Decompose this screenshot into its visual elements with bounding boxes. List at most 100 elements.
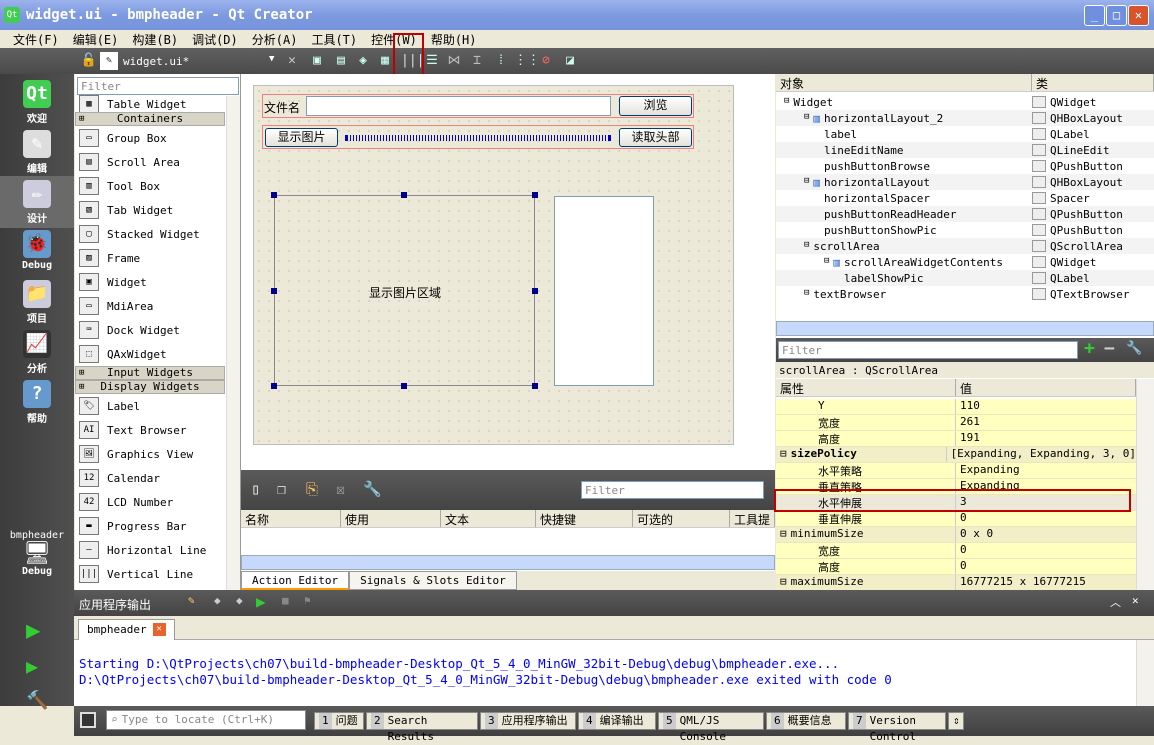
delete-action-icon[interactable]: ☒: [336, 480, 345, 498]
collapse-icon[interactable]: ⊟: [804, 240, 809, 253]
run-icon[interactable]: ▶: [26, 616, 40, 644]
widget-item[interactable]: ▥ Tool Box: [75, 174, 225, 198]
mode-2[interactable]: ✏ 设计: [0, 176, 74, 228]
mode-6[interactable]: ? 帮助: [0, 376, 74, 428]
object-row[interactable]: ⊟ scrollArea QScrollArea: [776, 238, 1154, 254]
menu-item[interactable]: 构建(B): [125, 30, 185, 48]
read-header-button[interactable]: 读取头部: [619, 128, 692, 147]
open-document-selector[interactable]: widget.ui*: [123, 55, 189, 68]
column-value[interactable]: 值: [956, 379, 1136, 396]
property-row[interactable]: 垂直伸展 0: [776, 511, 1136, 527]
menu-item[interactable]: 帮助(H): [424, 30, 484, 48]
break-layout-icon[interactable]: ⊘: [537, 52, 555, 70]
object-row[interactable]: label QLabel: [776, 126, 1154, 142]
widget-item[interactable]: ▦ Table Widget: [75, 95, 225, 113]
minimize-button[interactable]: _: [1084, 5, 1105, 26]
object-row[interactable]: ⊟ Widget QWidget: [776, 94, 1154, 110]
object-row[interactable]: pushButtonShowPic QPushButton: [776, 222, 1154, 238]
resize-handle[interactable]: [401, 192, 407, 198]
property-value[interactable]: 0: [956, 543, 967, 558]
property-value[interactable]: 110: [956, 399, 980, 414]
resize-handle[interactable]: [271, 288, 277, 294]
clear-output-icon[interactable]: ✎: [188, 594, 195, 607]
category-header[interactable]: ⊞ Containers: [75, 112, 225, 126]
object-row[interactable]: horizontalSpacer Spacer: [776, 190, 1154, 206]
column-header[interactable]: 使用: [341, 510, 441, 527]
column-header[interactable]: 快捷键: [536, 510, 633, 527]
column-class[interactable]: 类: [1032, 74, 1154, 91]
output-pane-button[interactable]: 3 应用程序输出: [480, 712, 576, 730]
column-header[interactable]: 文本: [441, 510, 536, 527]
resize-handle[interactable]: [401, 383, 407, 389]
object-row[interactable]: labelShowPic QLabel: [776, 270, 1154, 286]
property-v-scrollbar[interactable]: [1136, 379, 1154, 590]
mode-0[interactable]: Qt 欢迎: [0, 76, 74, 128]
output-v-scrollbar[interactable]: [1136, 640, 1154, 706]
widget-item[interactable]: ▧ Tab Widget: [75, 198, 225, 222]
close-button[interactable]: ✕: [1128, 5, 1149, 26]
property-row[interactable]: 水平策略 Expanding: [776, 463, 1136, 479]
widget-item[interactable]: ||| Vertical Line: [75, 562, 225, 586]
object-row[interactable]: ⊟ ▥ horizontalLayout QHBoxLayout: [776, 174, 1154, 190]
action-filter-input[interactable]: Filter: [581, 481, 764, 499]
column-property[interactable]: 属性: [776, 379, 956, 396]
action-h-scrollbar[interactable]: [241, 555, 775, 570]
property-value[interactable]: 0 x 0: [956, 527, 993, 542]
property-value[interactable]: 261: [956, 415, 980, 430]
property-value[interactable]: [Expanding, Expanding, 3, 0]: [947, 447, 1136, 462]
property-row[interactable]: 宽度 261: [776, 415, 1136, 431]
widget-item[interactable]: 12 Calendar: [75, 466, 225, 490]
resize-handle[interactable]: [271, 192, 277, 198]
output-pane-button[interactable]: 7 Version Control: [848, 712, 946, 743]
widget-item[interactable]: AI Text Browser: [75, 418, 225, 442]
text-browser[interactable]: [554, 196, 654, 386]
attach-debugger-icon[interactable]: ⚑: [304, 594, 311, 607]
output-pane-button[interactable]: 5 QML/JS Console: [658, 712, 764, 743]
widget-item[interactable]: ▤ Scroll Area: [75, 150, 225, 174]
category-header[interactable]: ⊞ Display Widgets: [75, 380, 225, 394]
close-tab-icon[interactable]: ✕: [152, 623, 166, 636]
property-value[interactable]: 0: [956, 511, 967, 526]
output-pane-button[interactable]: 2 Search Results: [366, 712, 478, 743]
property-value[interactable]: 16777215 x 16777215: [956, 575, 1086, 590]
widget-item[interactable]: ⬚ QAxWidget: [75, 342, 225, 366]
property-value[interactable]: 191: [956, 431, 980, 446]
collapse-icon[interactable]: ⊟: [804, 112, 809, 125]
collapse-icon[interactable]: ⊟: [780, 447, 787, 460]
locator-input[interactable]: ⌕ Type to locate (Ctrl+K): [106, 710, 306, 730]
widget-item[interactable]: ▢ Stacked Widget: [75, 222, 225, 246]
file-name-input[interactable]: [306, 96, 611, 116]
collapse-icon[interactable]: ⊟: [804, 176, 809, 189]
layout-v-splitter-icon[interactable]: ⌶: [468, 52, 486, 70]
mode-5[interactable]: 📈 分析: [0, 326, 74, 378]
close-pane-icon[interactable]: ✕: [1132, 594, 1139, 607]
menu-item[interactable]: 工具(T): [304, 30, 364, 48]
widget-item[interactable]: ▨ Frame: [75, 246, 225, 270]
collapse-icon[interactable]: ⊟: [780, 527, 787, 540]
property-row[interactable]: 高度 191: [776, 431, 1136, 447]
resize-handle[interactable]: [532, 383, 538, 389]
object-row[interactable]: lineEditName QLineEdit: [776, 142, 1154, 158]
collapse-icon[interactable]: ⊟: [804, 288, 809, 301]
horizontal-spacer[interactable]: [345, 135, 611, 141]
menu-item[interactable]: 调试(D): [185, 30, 245, 48]
menu-item[interactable]: 分析(A): [245, 30, 305, 48]
property-filter-input[interactable]: Filter: [778, 341, 1078, 359]
collapse-icon[interactable]: ⊟: [824, 256, 829, 269]
object-row[interactable]: pushButtonReadHeader QPushButton: [776, 206, 1154, 222]
object-h-scrollbar[interactable]: [776, 321, 1154, 336]
property-row[interactable]: 高度 0: [776, 559, 1136, 575]
rerun-icon[interactable]: ▶: [256, 592, 266, 611]
output-pane-button[interactable]: 6 概要信息: [766, 712, 846, 730]
build-hammer-icon[interactable]: 🔨: [26, 690, 48, 711]
property-value[interactable]: 0: [956, 559, 967, 574]
output-pane-button[interactable]: 4 编译输出: [578, 712, 656, 730]
toggle-sidebar-icon[interactable]: [80, 712, 96, 728]
column-header[interactable]: 名称: [241, 510, 341, 527]
widget-item[interactable]: 🏷 Label: [75, 394, 225, 418]
property-row[interactable]: Y 110: [776, 399, 1136, 415]
output-pane-button[interactable]: 1 问题: [314, 712, 364, 730]
widget-item[interactable]: ▭ Group Box: [75, 126, 225, 150]
property-row[interactable]: ⊟ sizePolicy [Expanding, Expanding, 3, 0]: [776, 447, 1136, 463]
chevron-down-icon[interactable]: ▼: [269, 54, 274, 64]
